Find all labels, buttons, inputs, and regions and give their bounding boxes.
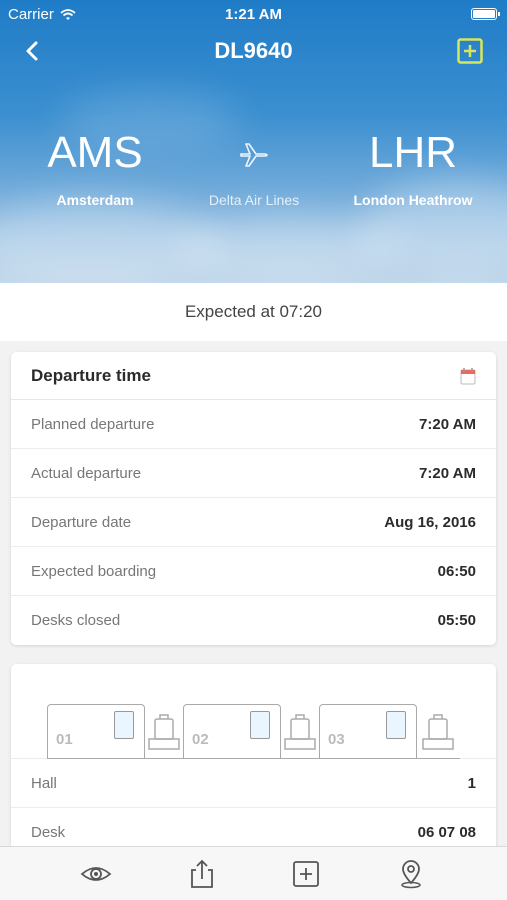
desk-number: 01 [56, 731, 73, 748]
monitor-icon [114, 711, 134, 739]
battery-icon [471, 8, 500, 20]
detail-row: Expected boarding 06:50 [11, 547, 496, 596]
monitor-icon [386, 711, 406, 739]
desk-illustration: 01 02 03 [11, 664, 496, 759]
add-icon[interactable] [290, 859, 322, 889]
row-value: 06:50 [437, 562, 476, 580]
origin-city: Amsterdam [56, 192, 134, 208]
desk-counter: 02 [183, 704, 281, 759]
row-label: Actual departure [31, 464, 142, 482]
row-label: Hall [31, 774, 57, 792]
detail-row: Departure date Aug 16, 2016 [11, 498, 496, 547]
row-label: Departure date [31, 513, 132, 531]
detail-row: Hall 1 [11, 759, 496, 808]
row-value: Aug 16, 2016 [384, 513, 476, 531]
check-in-card: 01 02 03 Hall 1 Desk 06 07 08 [11, 664, 496, 864]
airline-name: Delta Air Lines [208, 192, 300, 208]
luggage-icon [422, 714, 454, 750]
detail-row: Desks closed 05:50 [11, 596, 496, 645]
luggage-icon [148, 714, 180, 750]
row-label: Desk [31, 824, 66, 841]
add-flight-icon[interactable] [457, 38, 483, 64]
destination-code: LHR [368, 128, 458, 177]
origin-code: AMS [47, 128, 143, 177]
flight-header: Carrier 1:21 AM DL9640 AMS Amsterdam Del… [0, 0, 507, 283]
card-title: Departure time [31, 365, 151, 385]
row-value: 7:20 AM [419, 464, 476, 482]
airplane-icon [240, 143, 268, 167]
location-pin-icon[interactable] [395, 859, 427, 889]
monitor-icon [250, 711, 270, 739]
row-value: 1 [467, 774, 476, 792]
desk-number: 03 [328, 731, 345, 748]
desk-number: 02 [192, 731, 209, 748]
flight-number-title: DL9640 [214, 38, 293, 63]
bottom-toolbar [0, 846, 507, 900]
row-value: 05:50 [437, 612, 476, 629]
departure-time-card: Departure time Planned departure 7:20 AM… [11, 352, 496, 645]
eye-icon[interactable] [80, 859, 112, 889]
row-label: Desks closed [31, 612, 121, 629]
desk-counter: 01 [47, 704, 145, 759]
row-value: 7:20 AM [419, 415, 476, 433]
detail-row: Planned departure 7:20 AM [11, 400, 496, 449]
row-label: Expected boarding [31, 562, 157, 580]
expected-arrival: Expected at 07:20 [0, 283, 507, 341]
row-label: Planned departure [31, 415, 155, 433]
row-value: 06 07 08 [417, 824, 476, 841]
floor-line [47, 758, 460, 759]
share-icon[interactable] [186, 859, 218, 889]
detail-row: Actual departure 7:20 AM [11, 449, 496, 498]
calendar-icon[interactable] [460, 367, 476, 385]
destination-city: London Heathrow [353, 192, 473, 208]
status-bar: Carrier 1:21 AM [0, 0, 507, 30]
clock: 1:21 AM [225, 6, 282, 23]
luggage-icon [284, 714, 316, 750]
desk-counter: 03 [319, 704, 417, 759]
